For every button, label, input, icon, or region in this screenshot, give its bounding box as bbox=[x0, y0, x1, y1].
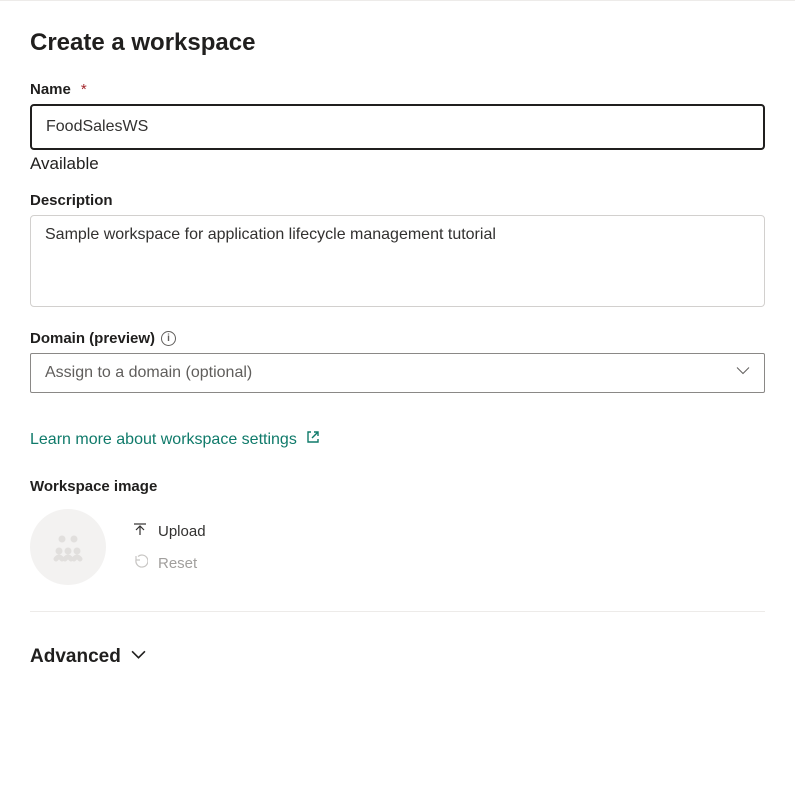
reset-button: Reset bbox=[132, 553, 206, 573]
divider bbox=[30, 611, 765, 612]
advanced-label: Advanced bbox=[30, 646, 121, 668]
domain-label-text: Domain (preview) bbox=[30, 330, 155, 347]
domain-label: Domain (preview) i bbox=[30, 330, 765, 347]
domain-placeholder: Assign to a domain (optional) bbox=[45, 364, 252, 382]
name-label-text: Name bbox=[30, 81, 71, 98]
reset-label: Reset bbox=[158, 555, 197, 572]
image-actions: Upload Reset bbox=[132, 521, 206, 573]
workspace-image-label: Workspace image bbox=[30, 478, 765, 495]
learn-more-link[interactable]: Learn more about workspace settings bbox=[30, 429, 321, 450]
workspace-image-row: Upload Reset bbox=[30, 509, 765, 585]
upload-label: Upload bbox=[158, 523, 206, 540]
name-label: Name * bbox=[30, 81, 765, 98]
name-field: Name * Available bbox=[30, 81, 765, 174]
upload-icon bbox=[132, 521, 148, 541]
external-link-icon bbox=[305, 429, 321, 450]
domain-field: Domain (preview) i Assign to a domain (o… bbox=[30, 330, 765, 393]
description-label: Description bbox=[30, 192, 765, 209]
description-input[interactable] bbox=[30, 215, 765, 307]
reset-icon bbox=[132, 553, 148, 573]
description-field: Description bbox=[30, 192, 765, 312]
domain-select[interactable]: Assign to a domain (optional) bbox=[30, 353, 765, 393]
upload-button[interactable]: Upload bbox=[132, 521, 206, 541]
required-indicator: * bbox=[81, 81, 87, 98]
learn-more-text: Learn more about workspace settings bbox=[30, 431, 297, 449]
advanced-toggle[interactable]: Advanced bbox=[30, 646, 146, 668]
name-status: Available bbox=[30, 154, 765, 174]
chevron-down-icon bbox=[736, 364, 750, 383]
info-icon[interactable]: i bbox=[161, 331, 176, 346]
page-title: Create a workspace bbox=[30, 29, 765, 57]
workspace-avatar bbox=[30, 509, 106, 585]
name-input[interactable] bbox=[30, 104, 765, 150]
chevron-down-icon bbox=[131, 646, 146, 668]
